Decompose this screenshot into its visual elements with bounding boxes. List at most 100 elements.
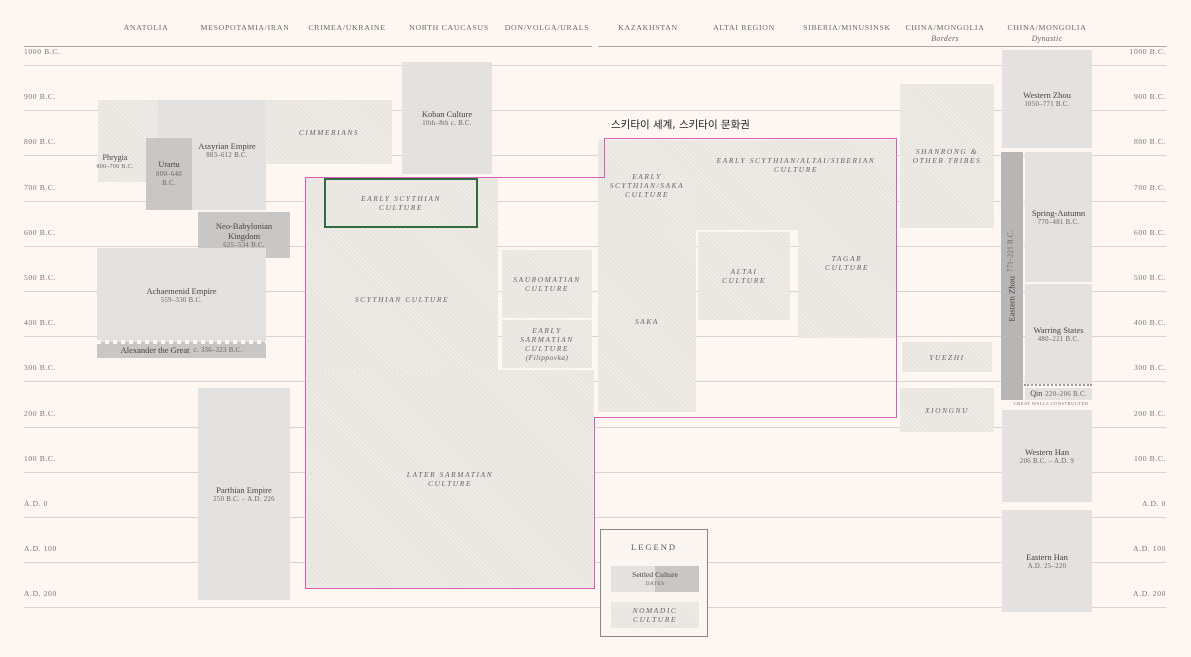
header-anatolia: Anatolia <box>118 22 174 33</box>
qin-label: Qin <box>1030 389 1043 398</box>
early-sarmatian-box: Early Sarmatian Culture (Filippovka) <box>502 320 592 368</box>
alexander-crenellation <box>97 340 266 344</box>
yuezhi-box: Yuezhi <box>902 342 992 372</box>
time-tick-left: 1000 B.C. <box>24 47 61 56</box>
western-zhou-label: Western Zhou <box>1023 89 1071 100</box>
time-tick-right: 1000 B.C. <box>1129 47 1166 56</box>
time-tick-left: A.D. 0 <box>24 499 49 508</box>
header-label: Mesopotamia/Iran <box>200 23 290 32</box>
header-sublabel: Dynastic <box>1031 34 1063 43</box>
legend-dates-label: Dates <box>645 580 665 587</box>
spring-autumn-dates: 770–481 B.C. <box>1037 218 1080 226</box>
western-han-box: Western Han 206 B.C. – A.D. 9 <box>1002 410 1092 502</box>
legend-nomadic-label: Nomadic Culture <box>632 606 678 624</box>
time-tick-left: 700 B.C. <box>24 183 57 192</box>
tagar-label: Tagar Culture <box>825 254 869 272</box>
time-tick-right: A.D. 100 <box>1133 544 1166 553</box>
time-tick-left: 500 B.C. <box>24 273 57 282</box>
time-tick-right: A.D. 200 <box>1133 589 1166 598</box>
sauromatian-culture-box: Sauromatian Culture <box>502 250 592 318</box>
phrygia-box: Phrygia 800–700 B.C. <box>92 148 138 176</box>
time-tick-left: 800 B.C. <box>24 137 57 146</box>
time-tick-left: 300 B.C. <box>24 363 57 372</box>
header-label: Siberia/Minusinsk <box>803 23 891 32</box>
altai-culture-box: Altai Culture <box>698 232 790 320</box>
legend-title: Legend <box>631 542 677 552</box>
western-zhou-dates: 1050–771 B.C. <box>1024 100 1070 108</box>
header-north-caucasus: North Caucasus <box>402 22 496 33</box>
time-tick-left: 100 B.C. <box>24 454 57 463</box>
eastern-han-dates: A.D. 25–220 <box>1027 562 1067 570</box>
spring-autumn-label: Spring-Autumn <box>1031 207 1086 218</box>
shanrong-label: Shanrong & Other Tribes <box>912 147 982 165</box>
later-sarmatian-box: Later Sarmatian Culture <box>306 370 594 588</box>
western-zhou-box: Western Zhou 1050–771 B.C. <box>1002 50 1092 148</box>
header-label: Crimea/Ukraine <box>308 23 386 32</box>
koban-culture-box: Koban Culture 10th–8th c. B.C. <box>402 62 492 174</box>
header-china-mongolia-dynastic: China/Mongolia Dynastic <box>1000 22 1094 44</box>
yuezhi-label: Yuezhi <box>929 352 965 362</box>
scythian-world-outline-top-left <box>305 177 605 179</box>
legend-nomadic-swatch: Nomadic Culture <box>611 602 699 628</box>
header-label: China/Mongolia <box>905 23 985 32</box>
cimmerians-box: Cimmerians <box>266 100 392 164</box>
time-tick-left: 200 B.C. <box>24 409 57 418</box>
saka-label: Saka <box>634 316 660 326</box>
early-scythian-label: Early Scythian Culture <box>361 194 441 212</box>
gridline <box>24 246 1166 247</box>
time-tick-right: 800 B.C. <box>1133 137 1166 146</box>
time-tick-left: 400 B.C. <box>24 318 57 327</box>
gridline <box>24 65 1166 66</box>
gridline <box>24 381 1166 382</box>
altai-label: Altai Culture <box>722 267 766 285</box>
xiongnu-label: Xiongnu <box>924 405 970 415</box>
scythian-world-outline-left <box>305 177 307 589</box>
warring-states-dates: 480–221 B.C. <box>1037 335 1080 343</box>
warring-states-label: Warring States <box>1033 324 1084 335</box>
assyrian-empire-dates: 883–612 B.C. <box>206 151 248 159</box>
alexander-label: Alexander the Great <box>120 345 190 355</box>
top-rule-left <box>24 46 592 47</box>
koban-dates: 10th–8th c. B.C. <box>422 119 472 127</box>
cimmerians-label: Cimmerians <box>298 127 360 137</box>
early-scythian-saka-box: Early Scythian/Saka Culture <box>598 140 696 230</box>
sauromatian-label: Sauromatian Culture <box>513 275 581 293</box>
header-label: Anatolia <box>123 23 169 32</box>
warring-states-box: Warring States 480–221 B.C. <box>1025 284 1092 384</box>
koban-label: Koban Culture <box>421 108 473 119</box>
header-don-volga-urals: Don/Volga/Urals <box>502 22 592 33</box>
chronology-chart: Anatolia Mesopotamia/Iran Crimea/Ukraine… <box>0 0 1191 657</box>
alexander-the-great-box: Alexander the Great c. 336–323 B.C. <box>97 342 266 358</box>
assyrian-empire-label: Assyrian Empire <box>198 140 256 151</box>
eastern-han-label: Eastern Han <box>1026 551 1068 562</box>
eastern-han-box: Eastern Han A.D. 25–220 <box>1002 510 1092 612</box>
scythian-world-outline-bottom-right <box>594 417 897 419</box>
scythian-world-outline-inner <box>594 417 596 589</box>
xiongnu-box: Xiongnu <box>900 388 994 432</box>
alexander-dates: c. 336–323 B.C. <box>193 346 243 354</box>
legend-box: Legend Settled Culture Dates Nomadic Cul… <box>600 529 708 637</box>
header-sublabel: Borders <box>931 34 959 43</box>
scythian-culture-box: Scythian Culture <box>306 228 498 370</box>
header-china-mongolia-borders: China/Mongolia Borders <box>900 22 990 44</box>
header-siberia-minusinsk: Siberia/Minusinsk <box>798 22 896 33</box>
time-tick-left: 900 B.C. <box>24 92 57 101</box>
tagar-culture-box: Tagar Culture <box>798 188 896 338</box>
scythian-world-outline-right <box>896 138 898 418</box>
top-rule-right <box>598 46 1166 47</box>
urartu-label: Urartu <box>158 160 180 169</box>
phrygia-label: Phrygia <box>102 152 128 162</box>
time-tick-right: 500 B.C. <box>1133 273 1166 282</box>
phrygia-dates: 800–700 B.C. <box>96 163 134 170</box>
great-walls-note: Great Walls Constructed <box>1013 401 1089 406</box>
time-tick-right: 400 B.C. <box>1133 318 1166 327</box>
time-tick-left: A.D. 200 <box>24 589 57 598</box>
early-scythian-altai-siberian-label: Early Scythian/Altai/Siberian Culture <box>716 156 876 174</box>
parthian-empire-box: Parthian Empire 250 B.C. – A.D. 226 <box>198 388 290 600</box>
urartu-box: Urartu 800–640 B.C. <box>146 138 192 210</box>
scythian-world-outline-bottom <box>305 588 595 590</box>
early-scythian-culture-highlight[interactable]: Early Scythian Culture <box>324 178 478 228</box>
scythian-label: Scythian Culture <box>354 294 450 304</box>
scythian-world-outline-top-right <box>604 138 897 140</box>
scythian-world-annotation: 스키타이 세계, 스키타이 문화권 <box>611 119 750 131</box>
